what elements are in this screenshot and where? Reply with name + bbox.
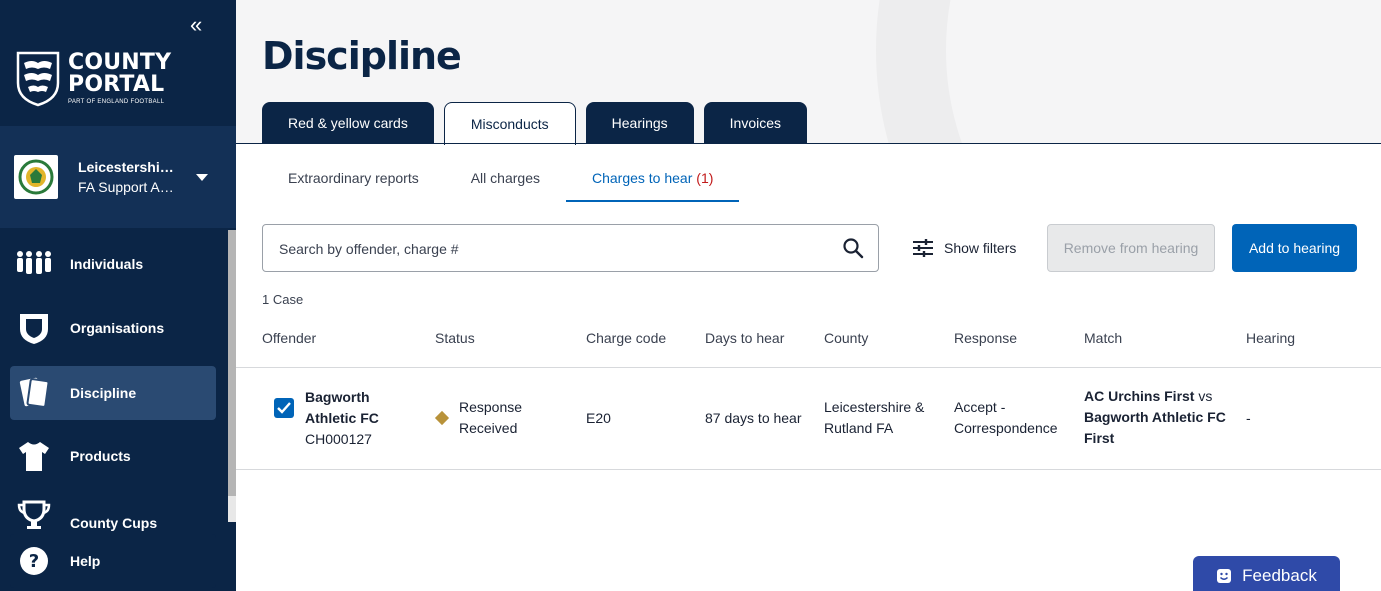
checkmark-icon <box>277 402 291 414</box>
sidebar-item-label: County Cups <box>70 515 158 531</box>
feedback-button[interactable]: Feedback <box>1193 556 1340 591</box>
sidebar: « COUNTY PORTAL PART OF ENGLAND FOOTBALL… <box>0 0 236 591</box>
search-icon[interactable] <box>842 237 864 259</box>
column-header-county[interactable]: County <box>824 330 868 346</box>
row-checkbox[interactable] <box>274 398 294 418</box>
offender-name-line2[interactable]: Athletic FC <box>305 408 379 429</box>
subtab-count-badge: (1) <box>696 170 714 186</box>
main-content: Discipline Red & yellow cards Misconduct… <box>236 0 1381 591</box>
sidebar-item-help[interactable]: ? Help <box>10 534 216 588</box>
subtab-label: Charges to hear <box>591 170 693 186</box>
match-away-team-line1: Bagworth Athletic FC <box>1084 409 1226 425</box>
sidebar-item-discipline[interactable]: Discipline <box>10 366 216 420</box>
secondary-tabs: Extraordinary reports All charges Charge… <box>262 156 740 202</box>
organisation-switcher[interactable]: Leicestershire & Rutland FA FA Support A… <box>0 126 236 228</box>
organisation-name: Leicestershire & Rutland FA <box>78 159 178 175</box>
sidebar-scrollbar-thumb[interactable] <box>228 230 236 496</box>
column-header-match[interactable]: Match <box>1084 330 1122 346</box>
smile-icon <box>1217 569 1232 583</box>
status-line1: Response <box>459 399 523 415</box>
sliders-icon <box>913 239 933 257</box>
sidebar-item-products[interactable]: Products <box>10 429 216 483</box>
column-header-status[interactable]: Status <box>435 330 475 346</box>
table-row[interactable]: Bagworth Athletic FC CH000127 Response R… <box>236 368 1381 469</box>
trophy-icon <box>16 496 52 532</box>
subtab-extraordinary-reports[interactable]: Extraordinary reports <box>262 156 445 202</box>
offender-name-line1[interactable]: Bagworth <box>305 387 379 408</box>
county-line1: Leicestershire & <box>824 399 925 415</box>
county-cell: Leicestershire & Rutland FA <box>824 397 924 439</box>
status-diamond-icon <box>434 410 450 426</box>
sidebar-item-organisations[interactable]: Organisations <box>10 301 216 355</box>
county-line2: Rutland FA <box>824 420 894 436</box>
shield-icon <box>16 310 52 346</box>
sidebar-item-label: Organisations <box>70 320 165 336</box>
help-icon: ? <box>16 543 52 579</box>
brand-title-line2: PORTAL <box>68 71 165 97</box>
offender-cell: Bagworth Athletic FC CH000127 <box>305 387 379 450</box>
days-to-hear-cell: 87 days to hear <box>705 410 802 426</box>
charge-code-cell: E20 <box>586 410 611 426</box>
sidebar-item-label: Products <box>70 448 131 464</box>
column-header-charge-code[interactable]: Charge code <box>586 330 666 346</box>
tab-misconducts[interactable]: Misconducts <box>443 102 576 145</box>
search-input[interactable] <box>279 238 819 260</box>
county-fa-badge-icon <box>14 155 58 199</box>
shirt-icon <box>16 438 52 474</box>
column-header-days-to-hear[interactable]: Days to hear <box>705 330 784 346</box>
remove-from-hearing-button[interactable]: Remove from hearing <box>1047 224 1215 272</box>
match-cell: AC Urchins First vs Bagworth Athletic FC… <box>1084 386 1226 449</box>
sidebar-item-label: Individuals <box>70 256 144 272</box>
feedback-label: Feedback <box>1242 566 1317 585</box>
organisation-role: FA Support Admin <box>78 179 178 195</box>
show-filters-label: Show filters <box>944 240 1017 256</box>
brand-logo-block[interactable]: COUNTY PORTAL PART OF ENGLAND FOOTBALL <box>14 48 171 108</box>
charge-id: CH000127 <box>305 431 372 447</box>
match-away-team-line2: First <box>1084 430 1115 446</box>
subtab-charges-to-hear[interactable]: Charges to hear (1) <box>565 156 740 202</box>
svg-text:?: ? <box>29 551 39 572</box>
sidebar-item-label: Help <box>70 553 101 569</box>
sidebar-item-label: Discipline <box>70 385 137 401</box>
tab-invoices[interactable]: Invoices <box>703 102 808 144</box>
sidebar-item-county-cups[interactable]: County Cups <box>10 492 216 536</box>
response-line1: Accept - <box>954 399 1006 415</box>
tabs-divider <box>236 143 1381 144</box>
brand-title-line1: COUNTY <box>68 49 172 75</box>
match-home-team: AC Urchins First <box>1084 388 1195 404</box>
double-chevron-left-icon[interactable]: « <box>190 14 214 38</box>
brand-subtitle: PART OF ENGLAND FOOTBALL <box>68 98 165 105</box>
status-line2: Received <box>459 420 518 436</box>
page-title: Discipline <box>262 34 462 78</box>
status-cell: Response Received <box>459 397 522 439</box>
primary-tabs: Red & yellow cards Misconducts Hearings … <box>262 102 817 145</box>
show-filters-button[interactable]: Show filters <box>912 236 1016 260</box>
response-line2: Correspondence <box>954 420 1058 436</box>
subtab-all-charges[interactable]: All charges <box>445 156 566 202</box>
tab-red-yellow-cards[interactable]: Red & yellow cards <box>262 102 434 144</box>
sidebar-item-individuals[interactable]: Individuals <box>10 237 216 291</box>
tab-hearings[interactable]: Hearings <box>585 102 694 144</box>
search-field <box>262 224 879 272</box>
case-count: 1 Case <box>262 292 304 307</box>
column-header-offender[interactable]: Offender <box>262 330 316 346</box>
table-divider <box>236 469 1381 470</box>
decorative-swoosh <box>876 0 1381 144</box>
column-header-hearing[interactable]: Hearing <box>1246 330 1295 346</box>
column-header-response[interactable]: Response <box>954 330 1017 346</box>
match-vs: vs <box>1198 388 1213 404</box>
people-icon <box>16 246 52 282</box>
add-to-hearing-button[interactable]: Add to hearing <box>1232 224 1357 272</box>
hearing-cell: - <box>1246 410 1251 426</box>
cards-icon <box>16 375 52 411</box>
response-cell: Accept - Correspondence <box>954 397 1058 439</box>
three-lions-crest-icon <box>16 51 60 107</box>
caret-down-icon <box>196 173 208 181</box>
